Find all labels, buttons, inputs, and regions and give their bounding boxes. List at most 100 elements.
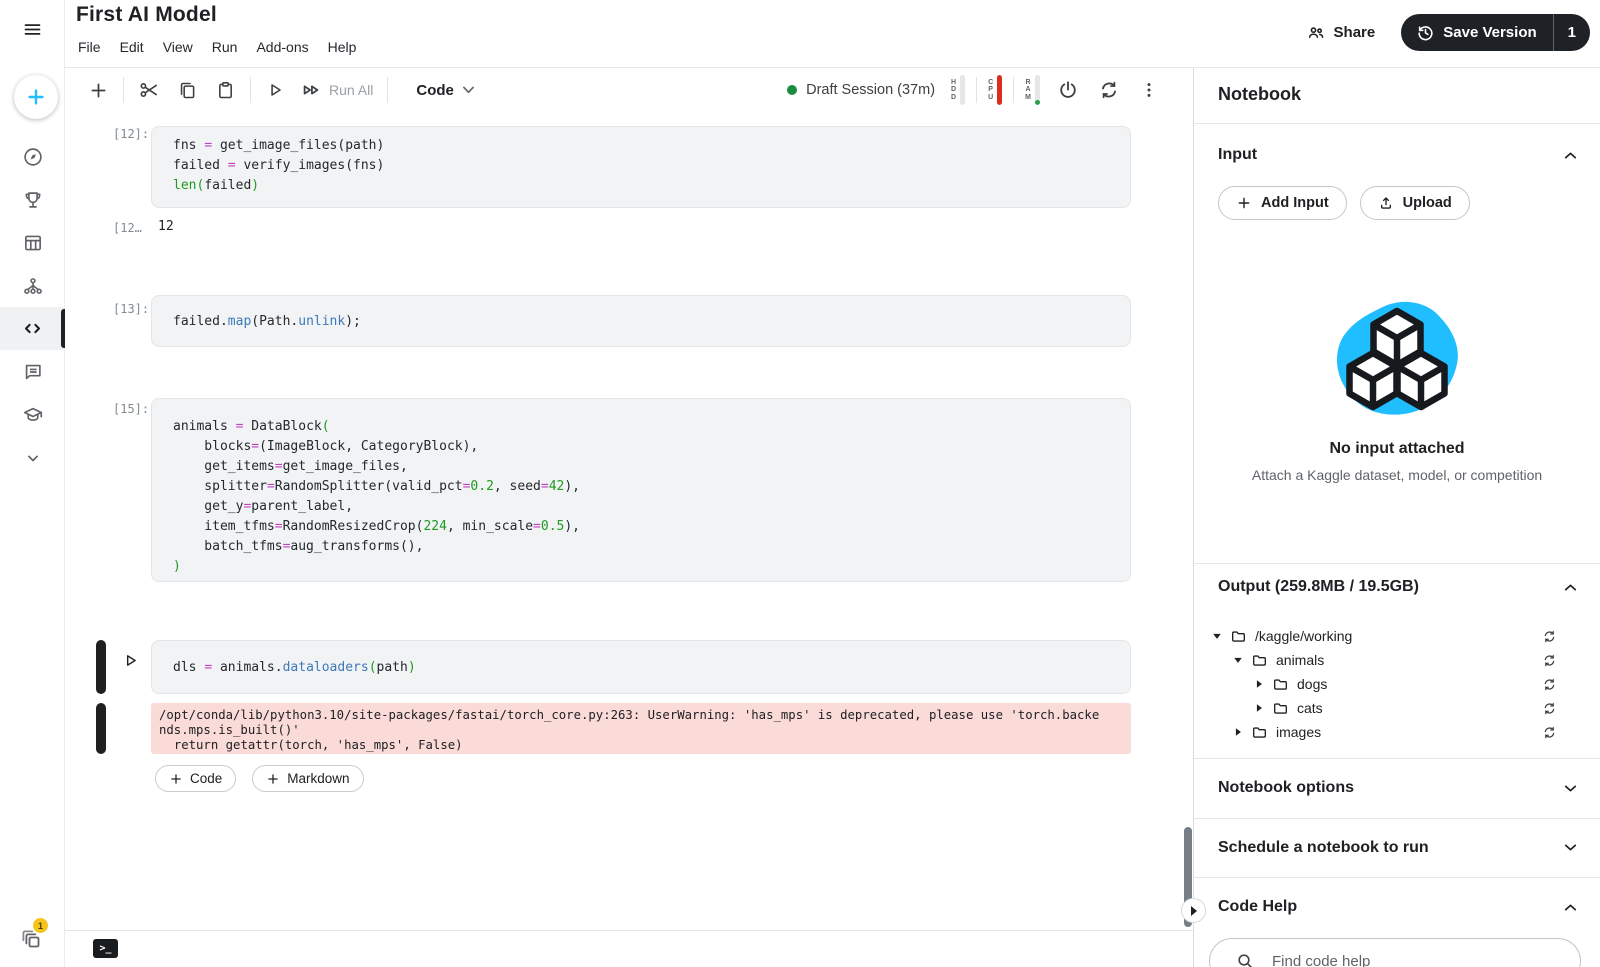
folder-name: /kaggle/working xyxy=(1255,628,1353,644)
compass-icon xyxy=(22,146,44,168)
tree-row-animals[interactable]: animals xyxy=(1194,648,1600,672)
folder-icon xyxy=(1230,628,1247,645)
editor-area: Run All Code Draft Session (37m) HDD CPU R… xyxy=(65,68,1193,967)
sidebar-item-competitions[interactable] xyxy=(0,178,65,221)
code-help-search xyxy=(1209,938,1581,967)
no-input-title: No input attached xyxy=(1329,440,1465,457)
clipboard-icon xyxy=(215,80,236,101)
share-button[interactable]: Share xyxy=(1306,23,1376,43)
hamburger-button[interactable] xyxy=(22,19,43,40)
create-button[interactable] xyxy=(14,75,58,119)
no-input-subtitle: Attach a Kaggle dataset, model, or compe… xyxy=(1251,467,1543,483)
tree-row-cats[interactable]: cats xyxy=(1194,696,1600,720)
tree-row-dogs[interactable]: dogs xyxy=(1194,672,1600,696)
terminal-button[interactable]: >_ xyxy=(93,939,118,958)
folder-name: animals xyxy=(1276,652,1325,668)
code-cell[interactable]: failed.map(Path.unlink); xyxy=(151,295,1131,347)
add-code-label: Code xyxy=(190,771,223,786)
menu-edit[interactable]: Edit xyxy=(120,39,144,55)
code-cell[interactable]: dls = animals.dataloaders(path) xyxy=(151,640,1131,694)
ram-meter: RAM xyxy=(1025,75,1040,105)
share-label: Share xyxy=(1333,24,1376,41)
caret-down-icon[interactable] xyxy=(1212,631,1222,641)
sidebar-item-explore[interactable] xyxy=(0,135,65,178)
divider xyxy=(1013,77,1015,103)
menu-run[interactable]: Run xyxy=(212,39,238,55)
run-all-button[interactable]: Run All xyxy=(300,79,373,101)
sidebar-item-models[interactable] xyxy=(0,264,65,307)
schedule-title: Schedule a notebook to run xyxy=(1218,838,1429,856)
refresh-icon[interactable] xyxy=(1542,701,1557,716)
run-this-cell-button[interactable] xyxy=(122,652,139,669)
divider xyxy=(387,77,389,103)
cut-button[interactable] xyxy=(138,79,160,101)
cell-type-dropdown[interactable]: Code xyxy=(416,82,474,99)
add-input-button[interactable]: Add Input xyxy=(1218,186,1347,220)
divider xyxy=(1194,123,1600,124)
menu-view[interactable]: View xyxy=(163,39,193,55)
schedule-section-header[interactable]: Schedule a notebook to run xyxy=(1194,818,1600,877)
sidebar-item-code[interactable] xyxy=(0,307,65,350)
plus-icon xyxy=(266,772,280,786)
menu-help[interactable]: Help xyxy=(328,39,357,55)
output-section-header[interactable]: Output (259.8MB / 19.5GB) xyxy=(1194,573,1600,601)
menu-add-ons[interactable]: Add-ons xyxy=(256,39,308,55)
models-network-icon xyxy=(22,275,44,297)
input-section-header[interactable]: Input xyxy=(1194,141,1600,169)
code-help-section-header[interactable]: Code Help xyxy=(1194,877,1600,937)
notebook-title[interactable]: First AI Model xyxy=(76,3,217,27)
code-help-search-input[interactable] xyxy=(1272,952,1522,967)
refresh-icon[interactable] xyxy=(1542,725,1557,740)
plus-icon xyxy=(1236,195,1252,211)
notebook-options-title: Notebook options xyxy=(1218,779,1354,796)
power-icon xyxy=(1057,79,1079,101)
left-sidebar: 1 xyxy=(0,0,65,967)
refresh-icon[interactable] xyxy=(1542,653,1557,668)
folder-icon xyxy=(1251,652,1268,669)
sidebar-item-datasets[interactable] xyxy=(0,221,65,264)
cpu-meter: CPU xyxy=(988,75,1003,105)
upload-label: Upload xyxy=(1402,195,1452,211)
tree-row-kaggle-working[interactable]: /kaggle/working xyxy=(1194,624,1600,648)
more-options-button[interactable] xyxy=(1139,80,1159,100)
refresh-icon[interactable] xyxy=(1542,677,1557,692)
version-count[interactable]: 1 xyxy=(1552,14,1590,51)
window-stack-button[interactable]: 1 xyxy=(20,918,48,952)
run-cell-button[interactable] xyxy=(265,80,285,100)
refresh-icon[interactable] xyxy=(1542,629,1557,644)
restart-session-button[interactable] xyxy=(1098,79,1120,101)
run-all-label: Run All xyxy=(329,82,374,98)
caret-right-icon[interactable] xyxy=(1254,703,1264,713)
save-version-button[interactable]: Save Version 1 xyxy=(1401,14,1590,51)
power-button[interactable] xyxy=(1057,79,1079,101)
sidebar-item-discussions[interactable] xyxy=(0,350,65,393)
copy-button[interactable] xyxy=(177,80,198,101)
caret-right-icon[interactable] xyxy=(1233,727,1243,737)
sidebar-item-learn[interactable] xyxy=(0,393,65,436)
discussion-icon xyxy=(22,361,44,383)
session-status[interactable]: Draft Session (37m) xyxy=(787,82,935,98)
caret-down-icon xyxy=(462,86,474,94)
execution-label: [15]: xyxy=(113,402,150,416)
upload-button[interactable]: Upload xyxy=(1359,186,1470,220)
add-markdown-cell-button[interactable]: Markdown xyxy=(252,765,364,792)
notebook-options-header[interactable]: Notebook options xyxy=(1194,758,1600,818)
caret-right-icon[interactable] xyxy=(1254,679,1264,689)
chevron-up-icon xyxy=(1561,898,1580,917)
menu-file[interactable]: File xyxy=(78,39,101,55)
add-cell-button[interactable] xyxy=(88,80,109,101)
restart-icon xyxy=(1098,79,1120,101)
chevron-down-icon xyxy=(1561,779,1580,798)
collapse-panel-button[interactable] xyxy=(1181,898,1206,923)
tree-row-images[interactable]: images xyxy=(1194,720,1600,744)
chevron-up-icon xyxy=(1561,578,1580,597)
add-code-cell-button[interactable]: Code xyxy=(155,765,237,792)
paste-button[interactable] xyxy=(215,80,236,101)
sidebar-item-more[interactable] xyxy=(0,436,65,479)
caret-down-icon[interactable] xyxy=(1233,655,1243,665)
code-cell[interactable]: animals = DataBlock( blocks=(ImageBlock,… xyxy=(151,398,1131,582)
folder-icon xyxy=(1251,724,1268,741)
code-cell[interactable]: fns = get_image_files(path) failed = veri… xyxy=(151,126,1131,208)
play-icon xyxy=(265,80,285,100)
active-indicator-bar xyxy=(61,309,65,348)
